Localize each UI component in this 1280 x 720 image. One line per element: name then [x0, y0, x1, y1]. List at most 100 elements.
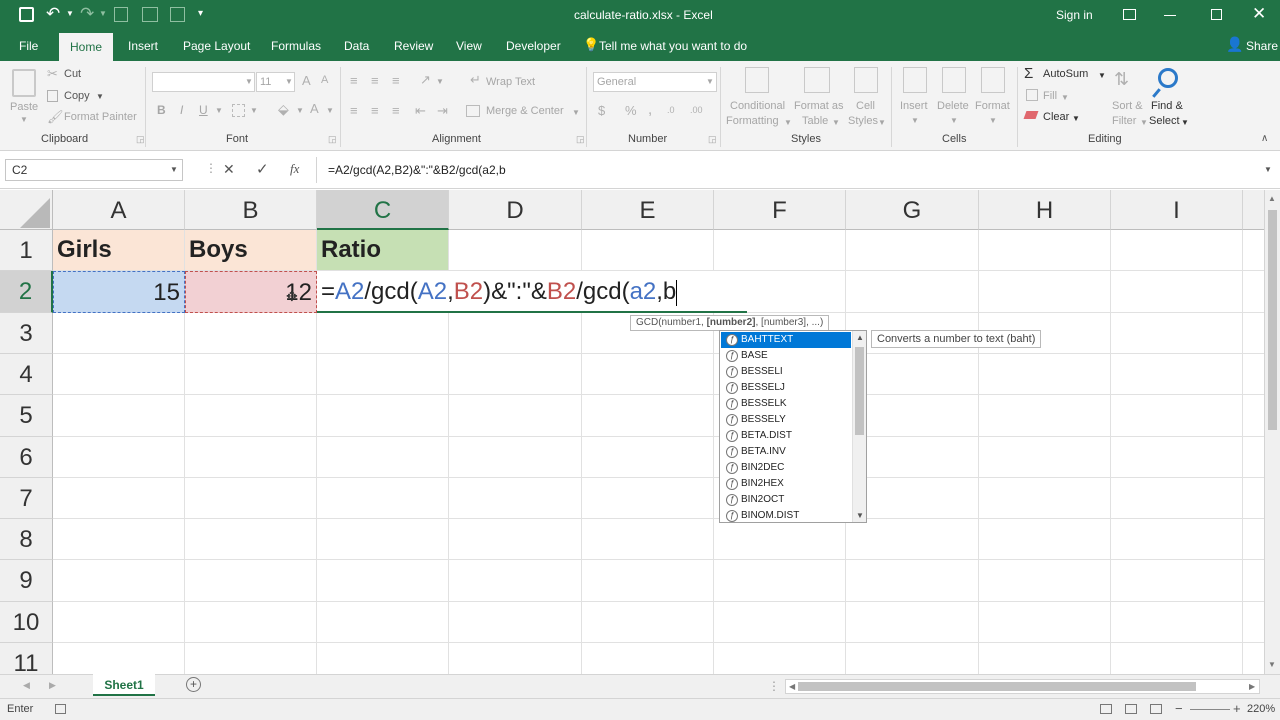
- fill-color-icon[interactable]: ⬙: [278, 101, 289, 118]
- sheet-tab-sheet1[interactable]: Sheet1: [93, 674, 155, 696]
- tab-file[interactable]: File: [19, 39, 38, 53]
- table-icon[interactable]: [142, 7, 158, 22]
- cut-button[interactable]: Cut: [64, 68, 81, 80]
- tell-me-box[interactable]: Tell me what you want to do: [599, 39, 747, 53]
- font-name-dropdown-icon[interactable]: ▼: [245, 77, 253, 86]
- autocomplete-item-selected[interactable]: ƒ BAHTTEXT: [721, 332, 851, 348]
- format-cells-icon[interactable]: [981, 67, 1005, 93]
- row-header-5[interactable]: 5: [0, 395, 53, 437]
- copy-button[interactable]: Copy: [64, 90, 90, 102]
- ribbon-display-icon[interactable]: [1123, 9, 1136, 20]
- undo-dropdown-icon[interactable]: ▼: [66, 9, 74, 18]
- paste-dropdown-icon[interactable]: ▼: [20, 115, 28, 124]
- autocomplete-item[interactable]: ƒ BIN2OCT: [721, 492, 851, 508]
- delete-cells-icon[interactable]: [942, 67, 966, 93]
- find-select-dropdown-icon[interactable]: ▼: [1181, 118, 1189, 127]
- row-header-4[interactable]: 4: [0, 354, 53, 395]
- conditional-formatting-icon[interactable]: [745, 67, 769, 93]
- zoom-slider[interactable]: [1190, 709, 1230, 710]
- minimize-icon[interactable]: [1164, 15, 1176, 16]
- decrease-indent-icon[interactable]: ⇤: [415, 103, 426, 119]
- zoom-out-icon[interactable]: −: [1175, 701, 1183, 716]
- cell-styles-icon[interactable]: [854, 67, 878, 93]
- autocomplete-scrollbar[interactable]: ▲ ▼: [852, 331, 866, 522]
- cut-icon[interactable]: ✂: [47, 66, 58, 82]
- clipboard-launcher-icon[interactable]: ◲: [136, 134, 145, 145]
- column-header-d[interactable]: D: [449, 190, 582, 230]
- function-autocomplete-list[interactable]: ƒ BAHTTEXT ƒ BASE ƒ BESSELI ƒ BESSELJ ƒ BESSE…: [719, 330, 867, 523]
- copy-icon[interactable]: [47, 90, 58, 102]
- row-header-7[interactable]: 7: [0, 478, 53, 519]
- autocomplete-item[interactable]: ƒ BESSELK: [721, 396, 851, 412]
- autosum-dropdown-icon[interactable]: ▼: [1098, 71, 1106, 80]
- column-header-g[interactable]: G: [846, 190, 979, 230]
- align-middle-icon[interactable]: ≡: [371, 73, 379, 88]
- cell-c1[interactable]: Ratio: [317, 230, 448, 270]
- align-right-icon[interactable]: ≡: [392, 103, 400, 118]
- font-name-box[interactable]: [152, 72, 255, 92]
- undo-icon[interactable]: ↶: [46, 4, 60, 24]
- column-header-c[interactable]: C: [317, 190, 449, 230]
- row-header-11[interactable]: 11: [0, 643, 53, 674]
- column-header-a[interactable]: A: [53, 190, 185, 230]
- row-header-2[interactable]: 2: [0, 271, 53, 313]
- find-select-icon[interactable]: [1158, 68, 1178, 88]
- insert-cells-icon[interactable]: [903, 67, 927, 93]
- cell-c2-editing[interactable]: =A2/gcd(A2,B2)&":"&B2/gcd(a2,b: [317, 271, 747, 313]
- orientation-icon[interactable]: ↗: [420, 72, 431, 88]
- autocomplete-item[interactable]: ƒ BASE: [721, 348, 851, 364]
- worksheet-grid[interactable]: A B C D E F G H I 1 2 3 4 5 6 7 8 9 10 1…: [0, 190, 1264, 674]
- horizontal-scroll-thumb[interactable]: [798, 682, 1196, 691]
- merge-center-icon[interactable]: [466, 105, 480, 117]
- tab-formulas[interactable]: Formulas: [271, 39, 321, 53]
- zoom-level[interactable]: 220%: [1247, 703, 1275, 715]
- font-size-dropdown-icon[interactable]: ▼: [285, 77, 293, 86]
- wrap-text-button[interactable]: Wrap Text: [486, 76, 535, 88]
- delete-cells-dropdown-icon[interactable]: ▼: [950, 116, 958, 125]
- currency-icon[interactable]: $: [598, 103, 605, 118]
- merge-center-dropdown-icon[interactable]: ▼: [572, 108, 580, 117]
- tab-data[interactable]: Data: [344, 39, 369, 53]
- format-painter-icon[interactable]: 🖌: [47, 109, 64, 125]
- font-color-dropdown-icon[interactable]: ▼: [326, 106, 334, 115]
- page-break-view-icon[interactable]: [1150, 704, 1162, 714]
- formula-bar-grip[interactable]: ⋮: [205, 161, 217, 175]
- name-box[interactable]: C2: [5, 159, 183, 181]
- share-button[interactable]: Share: [1246, 39, 1278, 53]
- number-launcher-icon[interactable]: ◲: [708, 134, 717, 145]
- sign-in-link[interactable]: Sign in: [1056, 8, 1093, 22]
- autocomplete-scroll-thumb[interactable]: [855, 347, 864, 435]
- cell-a1[interactable]: Girls: [53, 230, 184, 270]
- find-select-label2[interactable]: Select: [1149, 115, 1180, 127]
- customize-qat-icon[interactable]: ▾: [198, 8, 203, 19]
- enter-entry-button[interactable]: ✓: [256, 160, 269, 178]
- maximize-icon[interactable]: [1211, 9, 1222, 20]
- scroll-last-sheet-icon[interactable]: ▶: [49, 680, 56, 691]
- conditional-formatting-button[interactable]: Conditional: [730, 100, 785, 112]
- percent-icon[interactable]: %: [625, 103, 637, 118]
- paste-button[interactable]: Paste: [10, 101, 38, 113]
- format-painter-button[interactable]: Format Painter: [64, 111, 137, 123]
- row-header-10[interactable]: 10: [0, 602, 53, 643]
- alignment-launcher-icon[interactable]: ◲: [576, 134, 585, 145]
- conditional-formatting-dropdown-icon[interactable]: ▼: [784, 118, 792, 127]
- new-sheet-button[interactable]: +: [186, 677, 201, 692]
- tab-view[interactable]: View: [456, 39, 482, 53]
- conditional-formatting-label2[interactable]: Formatting: [726, 115, 779, 127]
- fill-dropdown-icon[interactable]: ▼: [1061, 93, 1069, 102]
- sort-filter-label2[interactable]: Filter: [1112, 115, 1136, 127]
- column-header-e[interactable]: E: [582, 190, 714, 230]
- autocomplete-item[interactable]: ƒ BINOM.DIST: [721, 508, 851, 524]
- tab-page-layout[interactable]: Page Layout: [183, 39, 250, 53]
- row-header-1[interactable]: 1: [0, 230, 53, 271]
- redo-icon[interactable]: ↷: [80, 4, 94, 24]
- scroll-right-icon[interactable]: ▶: [1249, 682, 1255, 691]
- delete-cells-button[interactable]: Delete: [937, 100, 969, 112]
- autocomplete-item[interactable]: ƒ BESSELY: [721, 412, 851, 428]
- insert-cells-dropdown-icon[interactable]: ▼: [911, 116, 919, 125]
- autosum-button[interactable]: AutoSum: [1043, 68, 1088, 80]
- format-as-table-icon[interactable]: [804, 67, 830, 93]
- autocomplete-item[interactable]: ƒ BIN2HEX: [721, 476, 851, 492]
- expand-formula-bar-icon[interactable]: ▼: [1264, 165, 1272, 174]
- preview-icon[interactable]: [170, 7, 185, 22]
